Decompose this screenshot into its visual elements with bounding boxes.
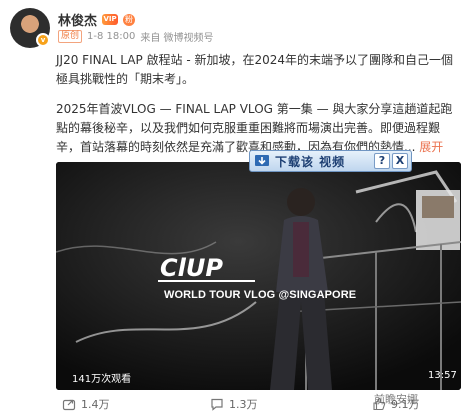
vip-badge: VIP	[102, 14, 119, 25]
share-count: 1.4万	[81, 398, 110, 411]
post-text-paragraph-1: JJ20 FINAL LAP 啟程站 - 新加坡，在2024年的末端予以了團隊和…	[56, 53, 454, 86]
author-row: 林俊杰 VIP 粉	[58, 10, 136, 29]
post-text-body: 2025年首波VLOG — FINAL LAP VLOG 第一集 — 與大家分享…	[56, 102, 453, 154]
help-icon[interactable]: ?	[374, 153, 390, 169]
origin-tag: 原创	[58, 30, 83, 43]
download-icon	[253, 152, 273, 170]
share-button[interactable]: 1.4万	[62, 396, 110, 412]
post-text-paragraph-2: 2025年首波VLOG — FINAL LAP VLOG 第一集 — 與大家分享…	[56, 100, 456, 157]
verified-badge: v	[36, 33, 50, 47]
comment-count: 1.3万	[229, 398, 258, 411]
watermark: 前瞻安娜	[374, 393, 418, 406]
close-icon[interactable]: X	[392, 153, 408, 169]
tour-logo-text: ClUP	[160, 254, 223, 282]
comment-icon	[211, 398, 223, 411]
share-icon	[62, 399, 76, 411]
weibo-post: v 林俊杰 VIP 粉 原创 1-8 18:00 来自 微博视频号 JJ20 F…	[0, 0, 467, 414]
download-video-button[interactable]: 下载该 视频	[275, 153, 345, 170]
post-source: 来自 微博视频号	[140, 33, 214, 44]
video-title-overlay: WORLD TOUR VLOG @SINGAPORE	[164, 289, 357, 301]
view-count: 141万次观看	[72, 374, 132, 385]
tour-logo: ClUP	[158, 254, 255, 282]
video-duration: 13:57	[428, 370, 457, 381]
comment-button[interactable]: 1.3万	[210, 396, 258, 412]
expand-link[interactable]: 展开	[419, 140, 443, 154]
fans-badge: 粉	[123, 13, 136, 26]
post-meta: 原创 1-8 18:00 来自 微博视频号	[58, 29, 214, 44]
post-date[interactable]: 1-8 18:00	[87, 31, 135, 42]
author-name[interactable]: 林俊杰	[58, 10, 97, 29]
download-video-toolbar[interactable]: 下载该 视频 ? X	[249, 150, 412, 172]
